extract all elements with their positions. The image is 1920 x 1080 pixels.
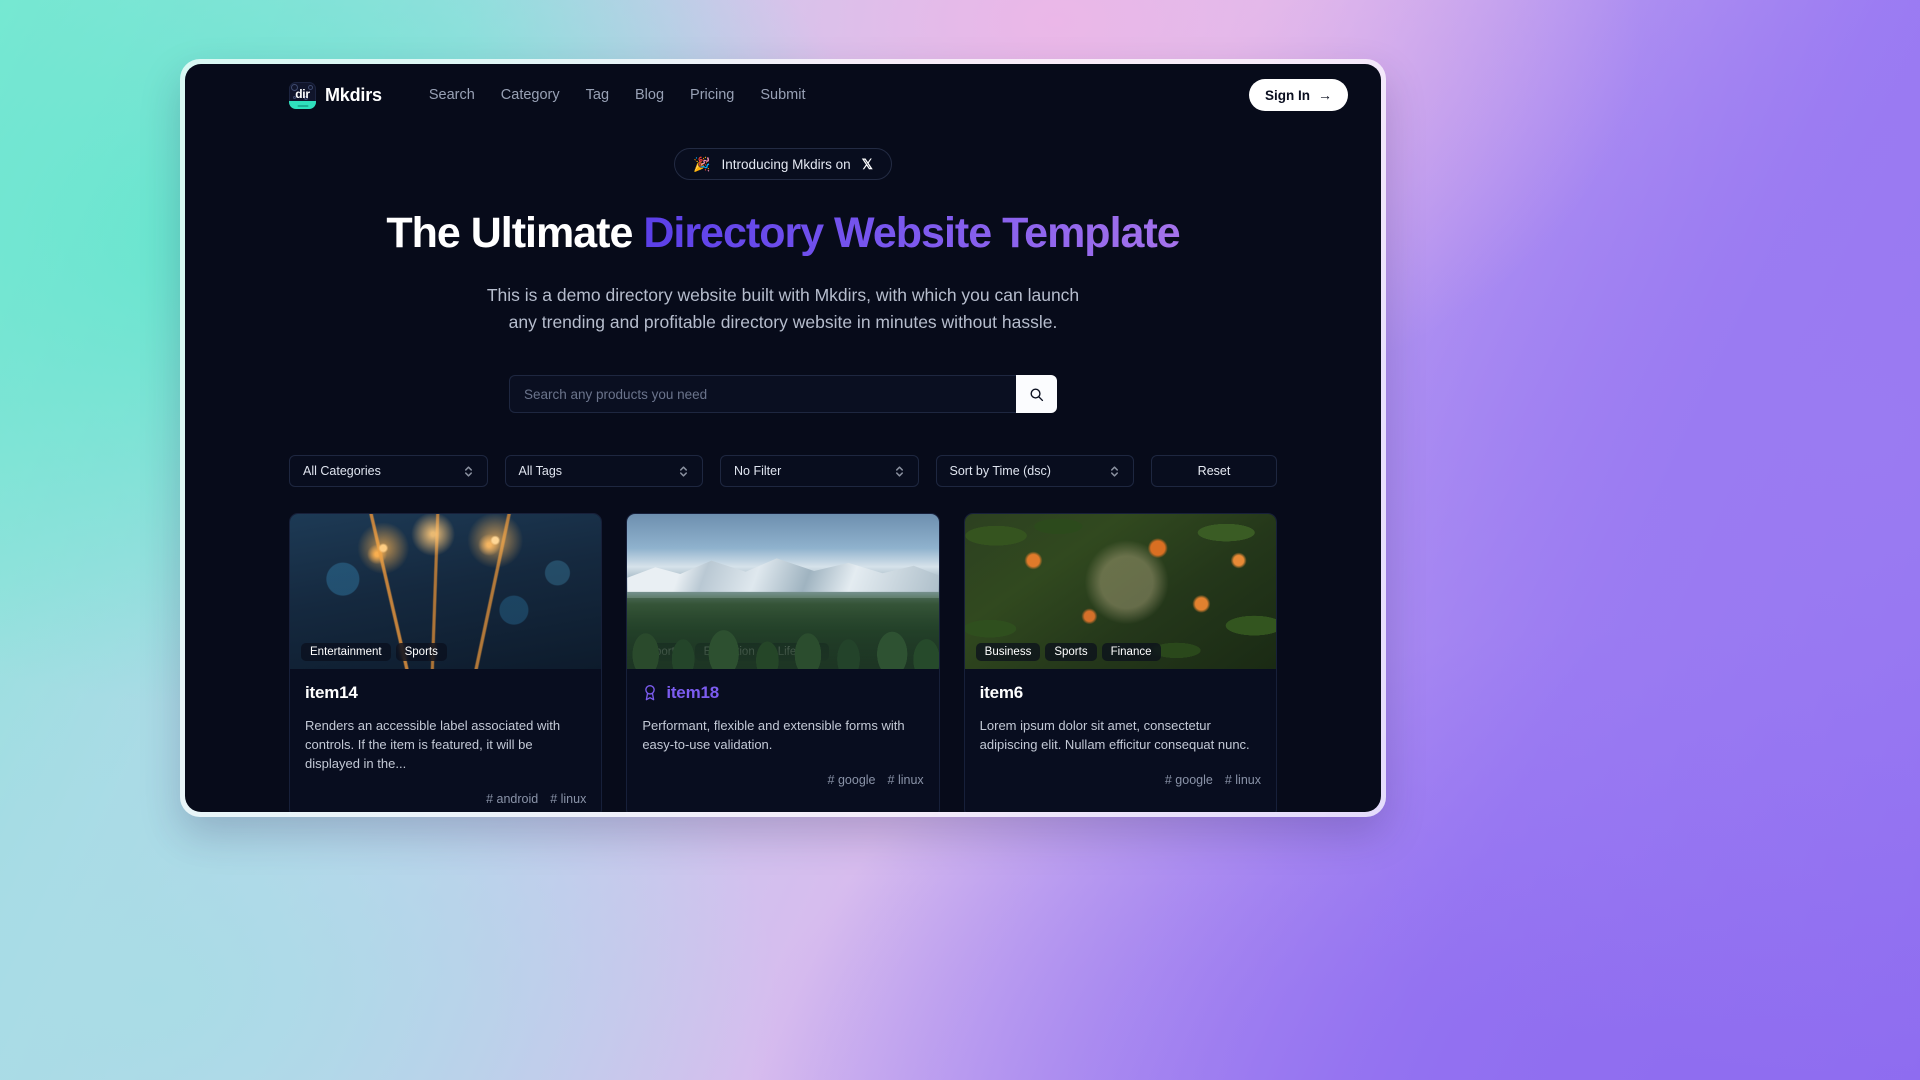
title-gradient: Directory Website Template	[643, 209, 1180, 257]
nav-item-submit[interactable]: Submit	[760, 87, 805, 103]
category-badge[interactable]: Education	[694, 643, 764, 662]
card-body: item14 Renders an accessible label assoc…	[290, 669, 601, 812]
card-tag[interactable]: # android	[486, 792, 538, 806]
brand-name: Mkdirs	[325, 84, 382, 105]
card-description: Lorem ipsum dolor sit amet, consectetur …	[979, 718, 1250, 753]
brand-logo[interactable]: dir Mkdirs	[289, 81, 382, 109]
sort-select[interactable]: Sort by Time (dsc)	[935, 455, 1134, 488]
nav-item-tag[interactable]: Tag	[586, 87, 609, 103]
search-bar	[509, 375, 1057, 414]
card-title: item14	[305, 683, 586, 703]
announcement-badge[interactable]: 🎉 Introducing Mkdirs on 𝕏	[674, 148, 892, 180]
title-plain: The Ultimate	[386, 209, 644, 257]
card-tag-list: # google # linux	[980, 773, 1261, 787]
card-thumbnail: Entertainment Sports	[290, 514, 602, 670]
logo-text: dir	[295, 87, 310, 101]
category-badge[interactable]: Finance	[1101, 643, 1161, 662]
page-subtitle: This is a demo directory website built w…	[185, 282, 1381, 335]
card-thumbnail: Sports Education Lifestyle	[627, 514, 939, 670]
tag-select[interactable]: All Tags	[504, 455, 703, 488]
item-grid: Entertainment Sports item14 Renders an a…	[185, 487, 1381, 812]
award-medal-icon	[645, 685, 656, 701]
card-tag-list: # android # linux	[305, 792, 586, 806]
announcement-text: Introducing Mkdirs on	[721, 156, 851, 172]
card-thumbnail: Business Sports Finance	[964, 514, 1276, 670]
page-title: The Ultimate Directory Website Template	[185, 209, 1381, 257]
tag-select-value: All Tags	[518, 464, 563, 479]
card-category-list: Sports Education Lifestyle	[638, 643, 829, 662]
nav-item-pricing[interactable]: Pricing	[690, 87, 734, 103]
category-select-value: All Categories	[303, 464, 381, 479]
card-tag-list: # google # linux	[642, 773, 924, 787]
mkdirs-logo-icon: dir	[289, 81, 316, 109]
card-body: item6 Lorem ipsum dolor sit amet, consec…	[965, 669, 1276, 798]
chevron-updown-icon	[678, 465, 689, 478]
nav-item-blog[interactable]: Blog	[635, 87, 664, 103]
browser-frame: dir Mkdirs Search Category Tag Blog Pric…	[180, 59, 1386, 817]
search-input[interactable]	[509, 375, 1016, 414]
chevron-updown-icon	[1109, 465, 1120, 478]
card-tag[interactable]: # google	[1165, 773, 1213, 787]
category-badge[interactable]: Entertainment	[301, 643, 391, 662]
card-category-list: Business Sports Finance	[975, 643, 1161, 662]
sign-in-label: Sign In	[1265, 87, 1310, 103]
sort-select-value: Sort by Time (dsc)	[949, 464, 1051, 479]
x-logo-icon: 𝕏	[861, 155, 873, 172]
category-badge[interactable]: Business	[975, 643, 1041, 662]
card-tag[interactable]: # google	[828, 773, 876, 787]
item-card[interactable]: Entertainment Sports item14 Renders an a…	[289, 513, 603, 812]
category-badge[interactable]: Sports	[395, 643, 447, 662]
card-title-text: item6	[979, 683, 1024, 703]
search-submit-button[interactable]	[1016, 375, 1057, 414]
card-tag[interactable]: # linux	[550, 792, 586, 806]
site-panel: dir Mkdirs Search Category Tag Blog Pric…	[185, 64, 1381, 812]
nav-item-search[interactable]: Search	[429, 87, 475, 103]
filter-bar: All Categories All Tags No Filter Sort b…	[185, 455, 1381, 488]
card-title: item6	[980, 683, 1261, 703]
card-title: item18	[642, 683, 923, 703]
card-title-text: item18	[666, 683, 719, 703]
card-category-list: Entertainment Sports	[301, 643, 447, 662]
party-popper-icon: 🎉	[693, 155, 711, 172]
sign-in-button[interactable]: Sign In →	[1249, 79, 1348, 111]
chevron-updown-icon	[463, 465, 474, 478]
category-badge[interactable]: Lifestyle	[768, 643, 829, 662]
filter-select[interactable]: No Filter	[720, 455, 919, 488]
card-tag[interactable]: # linux	[1225, 773, 1261, 787]
site-header: dir Mkdirs Search Category Tag Blog Pric…	[185, 64, 1381, 126]
filter-select-value: No Filter	[734, 464, 782, 479]
reset-label: Reset	[1197, 464, 1231, 479]
card-description: Performant, flexible and extensible form…	[642, 718, 905, 753]
card-tag[interactable]: # linux	[888, 773, 924, 787]
card-description: Renders an accessible label associated w…	[305, 718, 561, 772]
item-card[interactable]: Business Sports Finance item6 Lorem ipsu…	[963, 513, 1277, 812]
reset-button[interactable]: Reset	[1151, 455, 1277, 488]
item-card[interactable]: Sports Education Lifestyle item18 Perfor…	[626, 513, 940, 812]
nav-item-category[interactable]: Category	[501, 87, 560, 103]
arrow-right-icon: →	[1318, 87, 1332, 103]
subtitle-line-2: any trending and profitable directory we…	[508, 311, 1058, 332]
hero-section: 🎉 Introducing Mkdirs on 𝕏 The Ultimate D…	[185, 126, 1381, 414]
category-badge[interactable]: Sports	[1045, 643, 1097, 662]
card-body: item18 Performant, flexible and extensib…	[627, 669, 938, 798]
search-icon	[1030, 388, 1044, 401]
category-select[interactable]: All Categories	[289, 455, 488, 488]
chevron-updown-icon	[894, 465, 905, 478]
subtitle-line-1: This is a demo directory website built w…	[486, 285, 1080, 306]
main-nav: Search Category Tag Blog Pricing Submit	[429, 87, 806, 103]
category-badge[interactable]: Sports	[638, 643, 690, 662]
card-title-text: item14	[305, 683, 358, 703]
